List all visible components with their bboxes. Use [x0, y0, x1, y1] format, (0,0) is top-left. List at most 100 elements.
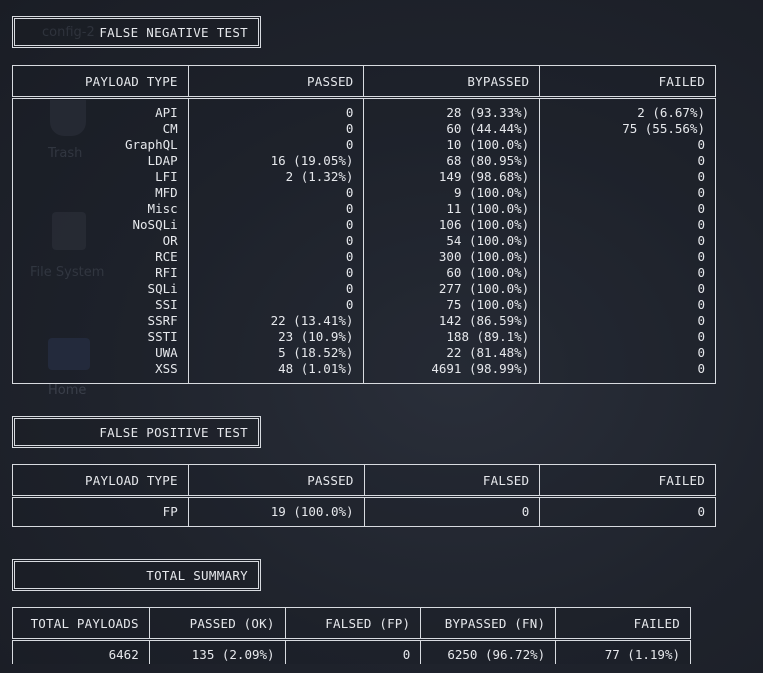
- table-row: XSS 48 (1.01%) 4691 (98.99%) 0: [13, 361, 716, 384]
- header-failed: FAILED: [539, 65, 716, 99]
- table-cell: 106 (100.0%): [363, 217, 540, 233]
- header-passed: PASSED: [187, 65, 364, 99]
- table-cell: 60 (100.0%): [363, 265, 540, 281]
- table-cell: 10 (100.0%): [363, 137, 540, 153]
- table-cell: MFD: [155, 185, 178, 200]
- table-cell: 0: [539, 233, 716, 249]
- table-cell: 0: [187, 265, 364, 281]
- table-row: CM 0 60 (44.44%) 75 (55.56%): [13, 121, 716, 137]
- table-cell: 54 (100.0%): [363, 233, 540, 249]
- table-row: NoSQLi 0 106 (100.0%) 0: [13, 217, 716, 233]
- fp-test-title: FALSE POSITIVE TEST: [99, 424, 248, 440]
- table-cell: 2 (1.32%): [187, 169, 364, 185]
- table-cell: 2 (6.67%): [539, 97, 716, 121]
- table-cell: 77 (1.19%): [555, 639, 691, 664]
- table-header-row: PAYLOAD TYPE PASSED BYPASSED FAILED: [12, 65, 716, 99]
- table-cell: 28 (93.33%): [363, 97, 540, 121]
- table-cell: OR: [162, 233, 178, 248]
- table-cell: CM: [162, 121, 178, 136]
- table-cell: SSI: [155, 297, 178, 312]
- table-cell: SSRF: [147, 313, 178, 328]
- header-total-payloads: TOTAL PAYLOADS: [12, 607, 150, 641]
- table-row: SSTI 23 (10.9%) 188 (89.1%) 0: [13, 329, 716, 345]
- table-cell: 4691 (98.99%): [363, 361, 540, 384]
- table-cell: 0: [539, 361, 716, 384]
- table-header-row: TOTAL PAYLOADS PASSED (OK) FALSED (FP) B…: [12, 607, 691, 641]
- table-header-row: PAYLOAD TYPE PASSED FALSED FAILED: [12, 464, 716, 498]
- table-cell: 11 (100.0%): [363, 201, 540, 217]
- table-cell: 0: [539, 265, 716, 281]
- table-cell: 0: [187, 297, 364, 313]
- table-cell: 0: [539, 297, 716, 313]
- table-cell: RCE: [155, 249, 178, 264]
- table-row: SSI 0 75 (100.0%) 0: [13, 297, 716, 313]
- fp-test-heading: FALSE POSITIVE TEST: [12, 416, 261, 448]
- table-cell: 6462: [108, 647, 139, 662]
- header-bypassed-fn: BYPASSED (FN): [420, 607, 556, 641]
- table-cell: 22 (13.41%): [187, 313, 364, 329]
- table-cell: 142 (86.59%): [363, 313, 540, 329]
- header-failed: FAILED: [539, 464, 716, 498]
- table-cell: 0: [187, 121, 364, 137]
- table-cell: 5 (18.52%): [187, 345, 364, 361]
- table-cell: SQLi: [147, 281, 178, 296]
- table-cell: RFI: [155, 265, 178, 280]
- table-cell: NoSQLi: [132, 217, 178, 232]
- table-cell: 0: [187, 233, 364, 249]
- table-cell: 0: [539, 185, 716, 201]
- table-row: Misc 0 11 (100.0%) 0: [13, 201, 716, 217]
- table-cell: 75 (55.56%): [539, 121, 716, 137]
- table-cell: 0: [187, 97, 364, 121]
- table-cell: 277 (100.0%): [363, 281, 540, 297]
- table-cell: 0: [363, 496, 540, 527]
- table-row: OR 0 54 (100.0%) 0: [13, 233, 716, 249]
- fn-test-table: PAYLOAD TYPE PASSED BYPASSED FAILED API 0…: [12, 65, 716, 384]
- table-cell: 0: [187, 137, 364, 153]
- table-cell: 19 (100.0%): [187, 496, 365, 527]
- table-cell: 0: [539, 329, 716, 345]
- table-cell: 0: [539, 249, 716, 265]
- summary-title: TOTAL SUMMARY: [146, 567, 248, 583]
- table-cell: 22 (81.48%): [363, 345, 540, 361]
- fn-test-heading: FALSE NEGATIVE TEST: [12, 16, 261, 48]
- table-cell: UWA: [155, 345, 178, 360]
- table-cell: 0: [187, 185, 364, 201]
- table-cell: 0: [539, 281, 716, 297]
- table-row: UWA 5 (18.52%) 22 (81.48%) 0: [13, 345, 716, 361]
- table-cell: LDAP: [147, 153, 178, 168]
- table-cell: XSS: [155, 361, 178, 376]
- table-cell: 0: [187, 217, 364, 233]
- table-cell: 0: [539, 137, 716, 153]
- fn-test-title: FALSE NEGATIVE TEST: [99, 24, 248, 40]
- table-cell: 149 (98.68%): [363, 169, 540, 185]
- table-cell: LFI: [155, 169, 178, 184]
- table-row: SQLi 0 277 (100.0%) 0: [13, 281, 716, 297]
- table-cell: 188 (89.1%): [363, 329, 540, 345]
- table-cell: 16 (19.05%): [187, 153, 364, 169]
- summary-clip: TOTAL PAYLOADS PASSED (OK) FALSED (FP) B…: [0, 600, 763, 664]
- table-row: SSRF 22 (13.41%) 142 (86.59%) 0: [13, 313, 716, 329]
- table-cell: 0: [539, 345, 716, 361]
- summary-heading: TOTAL SUMMARY: [12, 559, 261, 591]
- table-cell: 9 (100.0%): [363, 185, 540, 201]
- table-cell: 23 (10.9%): [187, 329, 364, 345]
- desktop-label-home: Home: [48, 383, 87, 398]
- header-falsed: FALSED: [363, 464, 540, 498]
- table-row: FP 19 (100.0%) 0 0: [13, 496, 716, 527]
- header-passed: PASSED: [187, 464, 365, 498]
- table-cell: 0: [539, 496, 716, 527]
- summary-table: TOTAL PAYLOADS PASSED (OK) FALSED (FP) B…: [12, 607, 691, 664]
- table-row: API 0 28 (93.33%) 2 (6.67%): [13, 97, 716, 121]
- table-cell: 0: [539, 217, 716, 233]
- table-cell: GraphQL: [124, 137, 178, 152]
- table-row: 6462 135 (2.09%) 0 6250 (96.72%) 77 (1.19%): [13, 639, 691, 664]
- table-cell: SSTI: [147, 329, 178, 344]
- table-cell: 0: [539, 153, 716, 169]
- table-cell: Misc: [147, 201, 178, 216]
- table-cell: 0: [284, 639, 421, 664]
- table-cell: API: [155, 105, 178, 120]
- fp-test-table: PAYLOAD TYPE PASSED FALSED FAILED FP 19 (…: [12, 464, 716, 527]
- header-falsed-fp: FALSED (FP): [284, 607, 421, 641]
- table-cell: 75 (100.0%): [363, 297, 540, 313]
- header-payload-type: PAYLOAD TYPE: [12, 464, 189, 498]
